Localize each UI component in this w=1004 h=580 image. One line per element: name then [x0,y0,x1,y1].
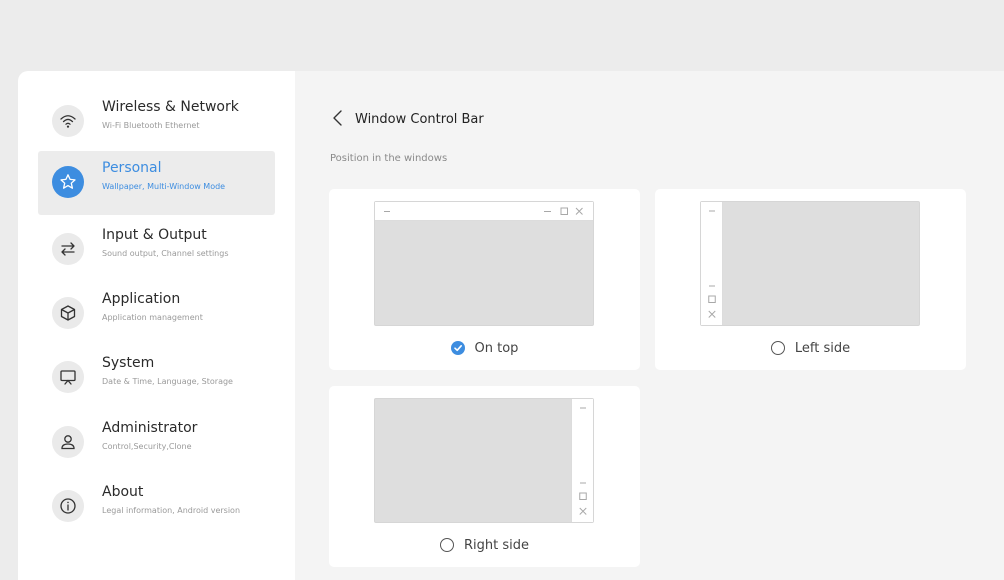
section-label: Position in the windows [330,153,448,164]
sidebar-item-title: Personal [102,160,162,176]
sidebar-item-subtitle: Date & Time, Language, Storage [102,377,233,386]
monitor-icon [52,361,84,393]
window-preview-right-side [374,398,594,523]
sidebar-item-subtitle: Legal information, Android version [102,506,241,515]
close-icon [575,207,583,215]
sidebar-item-application[interactable]: Application Application management [38,282,275,346]
wifi-icon [52,105,84,137]
option-card-right-side[interactable]: Right side [329,386,640,567]
sidebar-item-title: Wireless & Network [102,99,239,115]
sidebar-item-title: Input & Output [102,227,207,243]
sidebar-item-about[interactable]: About Legal information, Android version [38,475,275,539]
option-label: Left side [794,340,851,356]
settings-sidebar: Wireless & Network Wi-Fi Bluetooth Ether… [18,71,295,580]
radio-checked-icon[interactable] [450,341,465,355]
sidebar-item-input-output[interactable]: Input & Output Sound output, Channel set… [38,218,275,282]
sidebar-item-subtitle: Wallpaper, Multi-Window Mode [102,182,226,191]
window-preview-left-side [700,201,920,326]
sidebar-item-administrator[interactable]: Administrator Control,Security,Clone [38,411,275,475]
control-bar-right [571,399,593,522]
option-label: Right side [464,537,529,553]
radio-unchecked-icon[interactable] [440,538,454,552]
option-left-side[interactable]: Left side [655,338,966,358]
cube-icon [52,297,84,329]
swap-arrows-icon [52,233,84,265]
user-icon [52,426,84,458]
sidebar-item-personal[interactable]: Personal Wallpaper, Multi-Window Mode [38,151,275,215]
sidebar-item-subtitle: Application management [102,313,203,322]
chevron-left-icon [333,110,342,126]
window-preview-on-top [374,201,594,326]
sidebar-item-subtitle: Sound output, Channel settings [102,249,229,258]
sidebar-item-title: System [102,355,155,371]
maximize-icon [708,295,716,303]
control-bar-top [375,202,593,221]
sidebar-item-system[interactable]: System Date & Time, Language, Storage [38,346,275,410]
radio-unchecked-icon[interactable] [770,341,785,355]
close-icon [708,310,716,318]
settings-content: Window Control Bar Position in the windo… [295,71,1004,580]
close-icon [579,507,587,515]
option-right-side[interactable]: Right side [329,535,640,555]
sidebar-item-subtitle: Control,Security,Clone [102,442,192,451]
maximize-icon [579,492,587,500]
star-icon [52,166,84,198]
info-icon [52,490,84,522]
sidebar-item-subtitle: Wi-Fi Bluetooth Ethernet [102,121,200,130]
maximize-icon [560,207,568,215]
back-button[interactable] [330,108,346,128]
control-bar-left [701,202,723,325]
sidebar-item-title: About [102,484,144,500]
option-label: On top [474,340,519,356]
option-card-on-top[interactable]: On top [329,189,640,370]
sidebar-item-wireless-network[interactable]: Wireless & Network Wi-Fi Bluetooth Ether… [38,90,275,154]
page-title: Window Control Bar [355,112,484,127]
option-on-top[interactable]: On top [329,338,640,358]
sidebar-item-title: Administrator [102,420,198,436]
sidebar-item-title: Application [102,291,181,307]
option-card-left-side[interactable]: Left side [655,189,966,370]
